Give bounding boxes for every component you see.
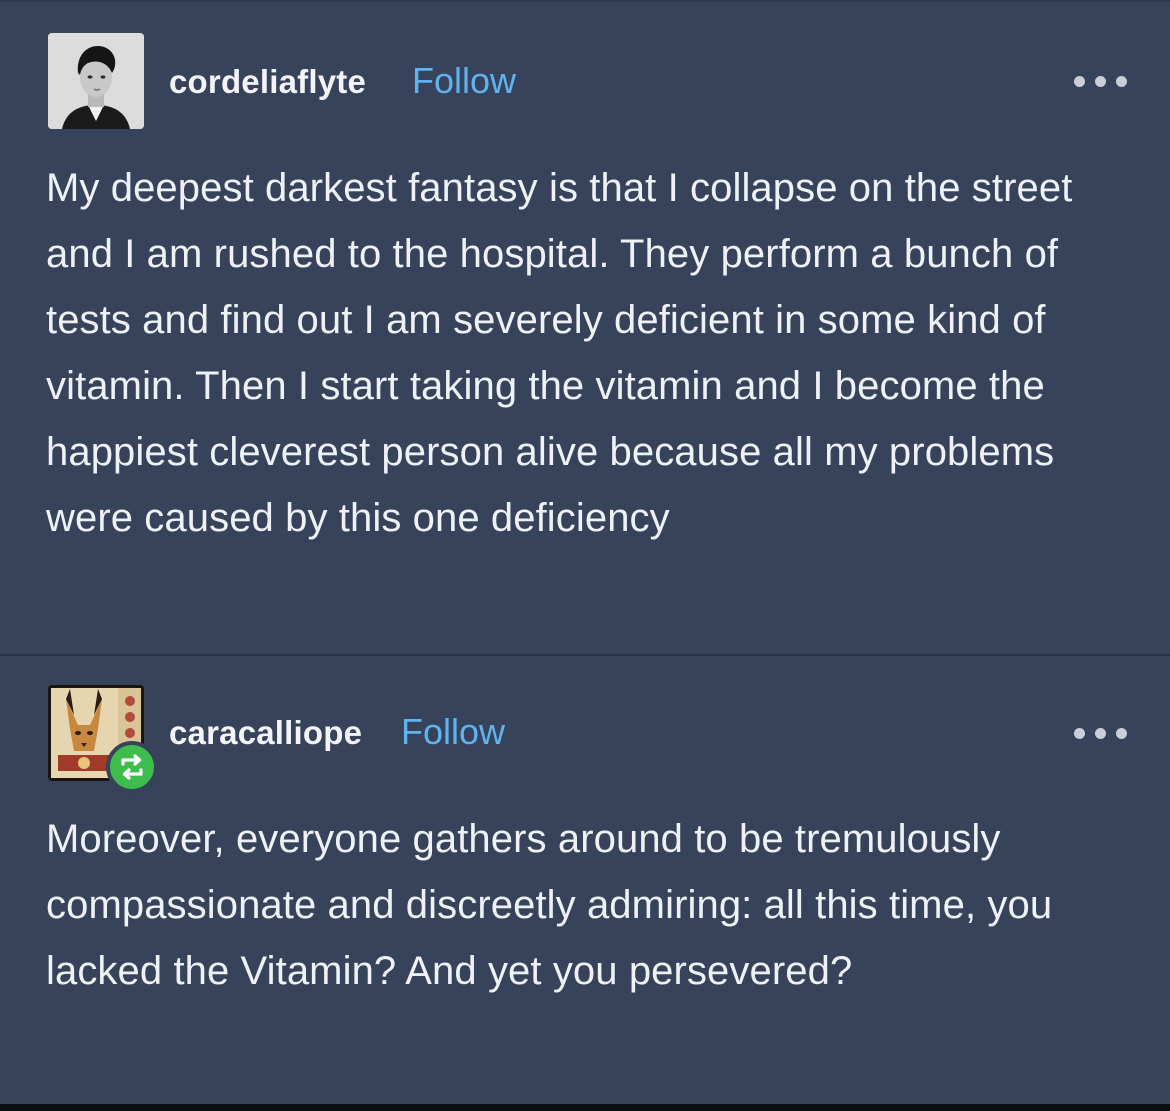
dot: [1074, 728, 1085, 739]
username[interactable]: caracalliope: [169, 714, 362, 752]
more-options-icon[interactable]: [1074, 70, 1134, 90]
avatar[interactable]: [48, 33, 144, 129]
dot: [1095, 76, 1106, 87]
reblog-arrows-icon: [121, 754, 143, 780]
dot: [1095, 728, 1106, 739]
post-cordeliaflyte: cordeliaflyte Follow My deepest darkest …: [0, 0, 1170, 655]
dot: [1116, 728, 1127, 739]
reblog-icon: [106, 741, 158, 793]
more-options-icon[interactable]: [1074, 722, 1134, 742]
follow-button[interactable]: Follow: [401, 711, 505, 753]
dot: [1074, 76, 1085, 87]
post-body: Moreover, everyone gathers around to be …: [46, 817, 1053, 993]
follow-button[interactable]: Follow: [412, 60, 516, 102]
username[interactable]: cordeliaflyte: [169, 63, 366, 101]
post-body: My deepest darkest fantasy is that I col…: [46, 166, 1073, 540]
post-caracalliope: caracalliope Follow Moreover, everyone g…: [0, 656, 1170, 1104]
bottom-edge: [0, 1104, 1170, 1111]
portrait-avatar-icon: [48, 33, 144, 129]
dot: [1116, 76, 1127, 87]
tumblr-post-thread: cordeliaflyte Follow My deepest darkest …: [0, 0, 1170, 1111]
